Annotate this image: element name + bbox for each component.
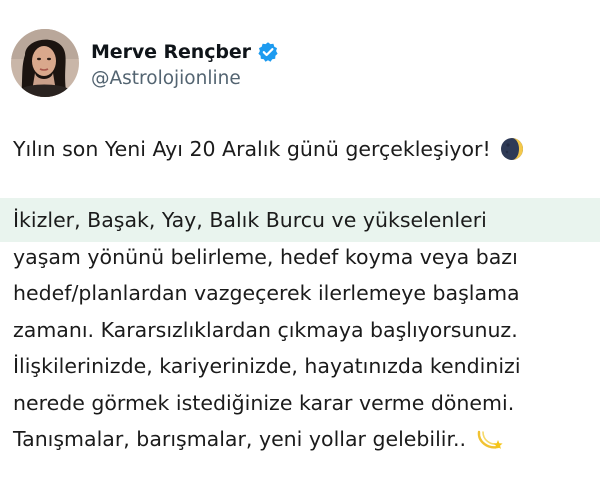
body-line: yaşam yönünü belirleme, hedef koyma veya… <box>13 244 518 269</box>
tweet-header: Merve Rençber @Astrolojionline <box>11 27 279 99</box>
tweet-card: Merve Rençber @Astrolojionline Yılın son… <box>0 0 600 498</box>
body-line: Tanışmalar, barışmalar, yeni yollar gele… <box>13 421 598 458</box>
verified-badge-icon <box>257 41 279 63</box>
tweet-body: İkizler, Başak, Yay, Balık Burcu ve yüks… <box>13 202 598 458</box>
new-moon-icon <box>499 136 525 162</box>
body-line: İkizler, Başak, Yay, Balık Burcu ve yüks… <box>13 208 487 232</box>
dizzy-comet-icon <box>476 427 504 451</box>
display-name[interactable]: Merve Rençber <box>91 41 251 63</box>
body-line: İlişkilerinizde, kariyerinizde, hayatını… <box>13 354 521 378</box>
avatar[interactable] <box>11 29 79 97</box>
tweet-headline: Yılın son Yeni Ayı 20 Aralık günü gerçek… <box>13 136 525 162</box>
body-line: nerede görmek istediğinize karar verme d… <box>13 390 515 415</box>
headline-text: Yılın son Yeni Ayı 20 Aralık günü gerçek… <box>13 137 491 161</box>
user-info: Merve Rençber @Astrolojionline <box>91 38 279 89</box>
body-line: zamanı. Kararsızlıklardan çıkmaya başlıy… <box>13 317 518 342</box>
user-handle[interactable]: @Astrolojionline <box>91 68 279 89</box>
name-row: Merve Rençber <box>91 38 279 66</box>
body-line: hedef/planlardan vazgeçerek ilerlemeye b… <box>13 281 520 305</box>
